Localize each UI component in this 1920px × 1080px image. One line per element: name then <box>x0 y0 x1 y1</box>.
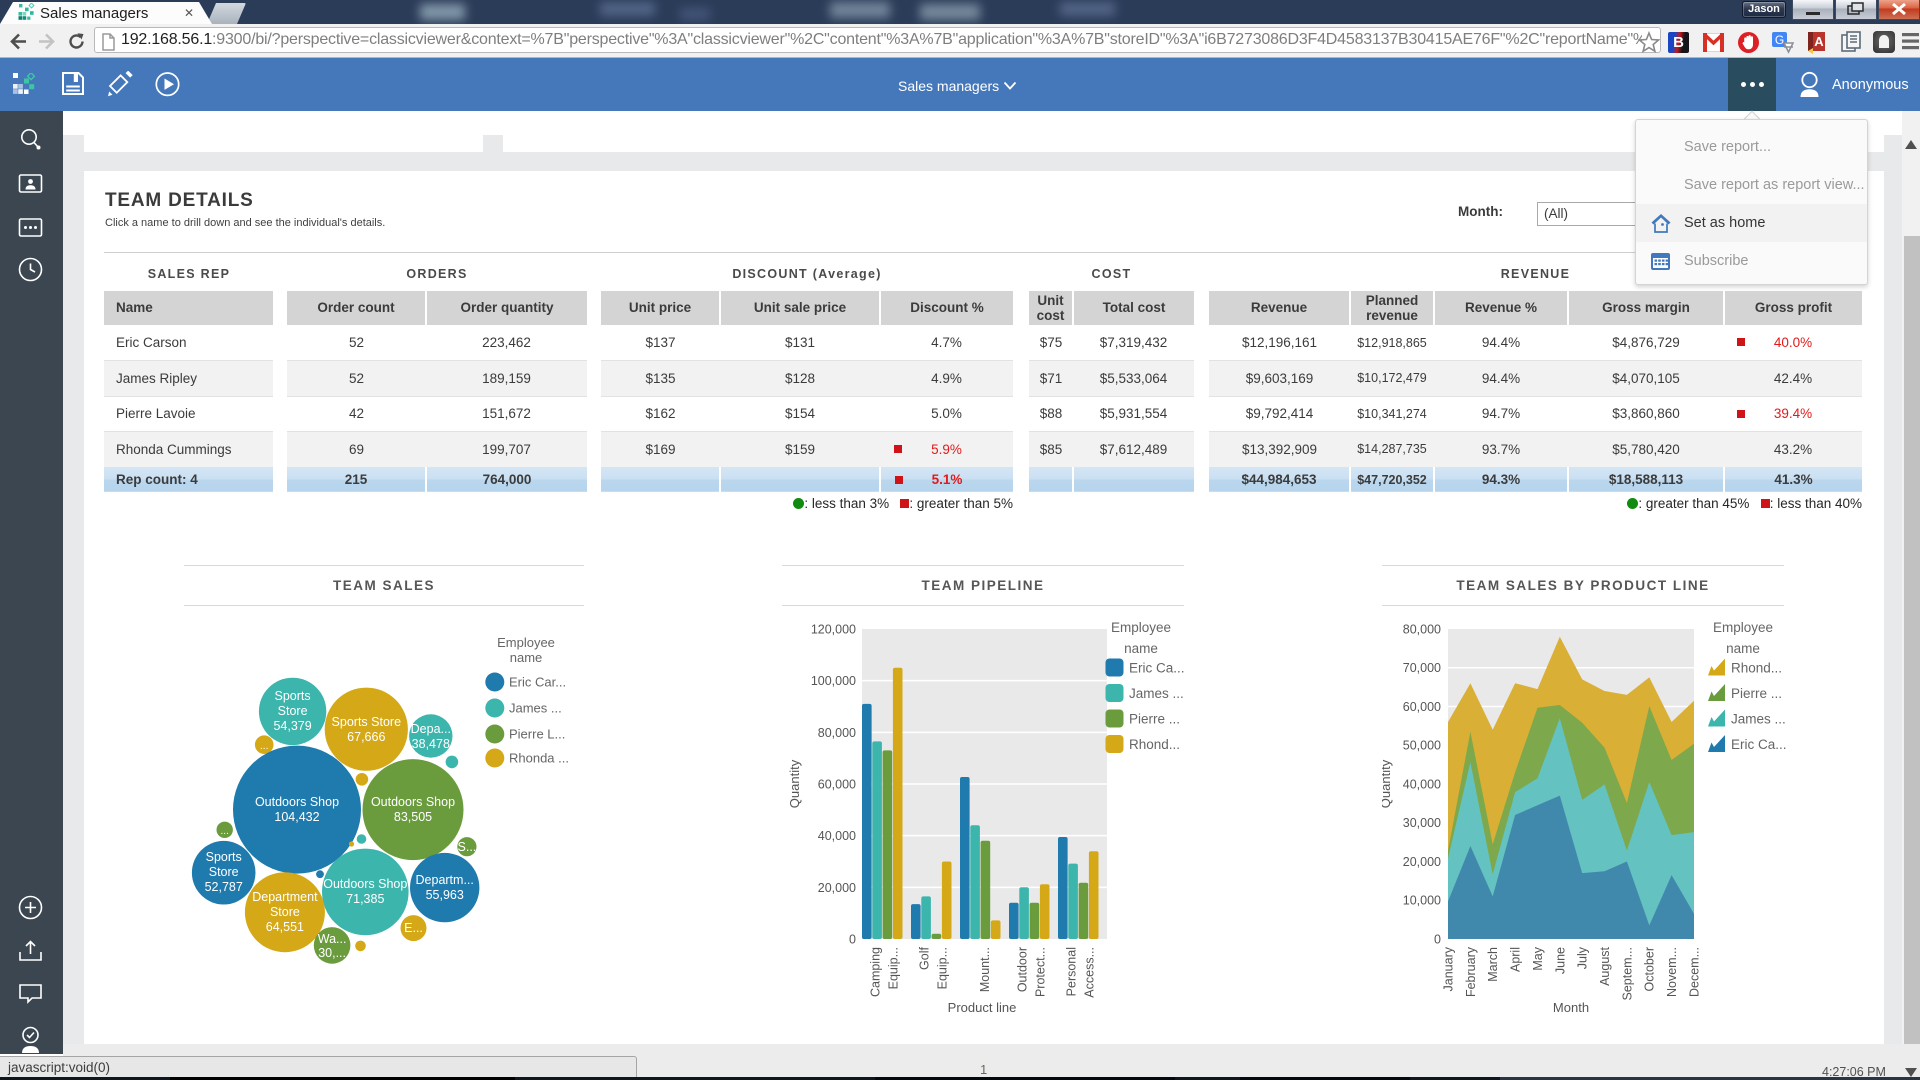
svg-text:20,000: 20,000 <box>818 881 856 895</box>
svg-text:0: 0 <box>1434 933 1441 947</box>
svg-text:80,000: 80,000 <box>818 726 856 740</box>
svg-text:Golf: Golf <box>918 946 932 969</box>
svg-text:Sports: Sports <box>206 850 242 864</box>
svg-text:January: January <box>1442 946 1456 991</box>
svg-text:Department: Department <box>252 890 318 904</box>
svg-text:Employee: Employee <box>1713 620 1773 635</box>
svg-text:67,666: 67,666 <box>347 730 385 744</box>
svg-text:Pierre L...: Pierre L... <box>509 727 565 742</box>
svg-text:38,478: 38,478 <box>412 737 450 751</box>
svg-text:Personal: Personal <box>1065 947 1079 996</box>
svg-text:Store: Store <box>278 704 308 718</box>
svg-text:James ...: James ... <box>1129 686 1184 701</box>
svg-text:40,000: 40,000 <box>818 829 856 843</box>
svg-text:Outdoors Shop: Outdoors Shop <box>371 795 455 809</box>
svg-text:Access...: Access... <box>1083 947 1097 998</box>
svg-text:Pierre ...: Pierre ... <box>1129 712 1180 727</box>
svg-text:Eric Ca...: Eric Ca... <box>1129 661 1185 676</box>
svg-text:Store: Store <box>270 905 300 919</box>
svg-text:Quantity: Quantity <box>1382 759 1393 808</box>
svg-text:Departm...: Departm... <box>416 873 474 887</box>
svg-text:104,432: 104,432 <box>274 810 319 824</box>
svg-text:April: April <box>1509 947 1523 972</box>
svg-text:Sports: Sports <box>275 689 311 703</box>
svg-text:June: June <box>1553 947 1567 974</box>
svg-text:August: August <box>1598 946 1612 985</box>
svg-text:A: A <box>1814 34 1824 49</box>
svg-text:Camping: Camping <box>869 947 883 997</box>
svg-text:E...: E... <box>404 921 423 935</box>
svg-text:Store: Store <box>209 865 239 879</box>
svg-text:30,...: 30,... <box>318 946 346 960</box>
svg-text:Equip...: Equip... <box>936 947 950 989</box>
svg-text:71,385: 71,385 <box>346 892 384 906</box>
svg-text:Mount...: Mount... <box>978 947 992 992</box>
svg-text:100,000: 100,000 <box>811 674 856 688</box>
svg-text:120,000: 120,000 <box>811 623 856 637</box>
svg-text:Pierre ...: Pierre ... <box>1731 686 1782 701</box>
svg-text:October: October <box>1643 947 1657 991</box>
svg-text:...: ... <box>260 741 268 752</box>
svg-text:Quantity: Quantity <box>787 759 802 808</box>
svg-text:80,000: 80,000 <box>1403 623 1441 637</box>
svg-text:Equip...: Equip... <box>887 947 901 989</box>
svg-text:52,787: 52,787 <box>205 880 243 894</box>
svg-text:Wa...: Wa... <box>318 932 347 946</box>
svg-text:Rhond...: Rhond... <box>1129 737 1180 752</box>
svg-text:Eric Ca...: Eric Ca... <box>1731 737 1787 752</box>
svg-text:Decem...: Decem... <box>1687 947 1701 997</box>
svg-text:Product line: Product line <box>948 1000 1017 1015</box>
svg-text:Depa...: Depa... <box>411 722 451 736</box>
svg-text:Employee: Employee <box>497 635 555 650</box>
svg-text:Septem...: Septem... <box>1620 947 1634 1001</box>
svg-text:S...: S... <box>458 840 477 854</box>
svg-text:James ...: James ... <box>509 701 562 716</box>
svg-text:54,379: 54,379 <box>273 719 311 733</box>
svg-text:30,000: 30,000 <box>1403 816 1441 830</box>
svg-text:Rhonda ...: Rhonda ... <box>509 751 569 766</box>
svg-text:55,963: 55,963 <box>426 888 464 902</box>
svg-text:Outdoors Shop: Outdoors Shop <box>255 795 339 809</box>
svg-text:July: July <box>1576 946 1590 969</box>
svg-text:60,000: 60,000 <box>1403 700 1441 714</box>
svg-text:Sports Store: Sports Store <box>332 715 402 729</box>
svg-text:May: May <box>1531 946 1545 970</box>
svg-text:10,000: 10,000 <box>1403 894 1441 908</box>
svg-text:Outdoors Shop: Outdoors Shop <box>323 877 407 891</box>
svg-text:Novem...: Novem... <box>1665 947 1679 997</box>
svg-text:50,000: 50,000 <box>1403 739 1441 753</box>
svg-text:60,000: 60,000 <box>818 778 856 792</box>
svg-text:Employee: Employee <box>1111 620 1171 635</box>
svg-text:40,000: 40,000 <box>1403 778 1441 792</box>
svg-text:83,505: 83,505 <box>394 810 432 824</box>
svg-text:Eric Car...: Eric Car... <box>509 675 566 690</box>
svg-text:64,551: 64,551 <box>266 920 304 934</box>
svg-text:Outdoor: Outdoor <box>1016 947 1030 992</box>
svg-text:James ...: James ... <box>1731 712 1786 727</box>
svg-text:...: ... <box>221 826 229 837</box>
svg-text:0: 0 <box>849 933 856 947</box>
svg-text:Protect...: Protect... <box>1034 947 1048 997</box>
svg-text:name: name <box>1726 641 1760 656</box>
svg-text:March: March <box>1486 947 1500 982</box>
svg-text:G: G <box>1775 33 1784 47</box>
svg-text:name: name <box>510 650 543 665</box>
svg-text:Month: Month <box>1553 1000 1589 1015</box>
svg-text:20,000: 20,000 <box>1403 855 1441 869</box>
svg-text:Rhond...: Rhond... <box>1731 661 1782 676</box>
svg-text:70,000: 70,000 <box>1403 661 1441 675</box>
svg-text:name: name <box>1124 641 1158 656</box>
svg-text:February: February <box>1464 946 1478 997</box>
